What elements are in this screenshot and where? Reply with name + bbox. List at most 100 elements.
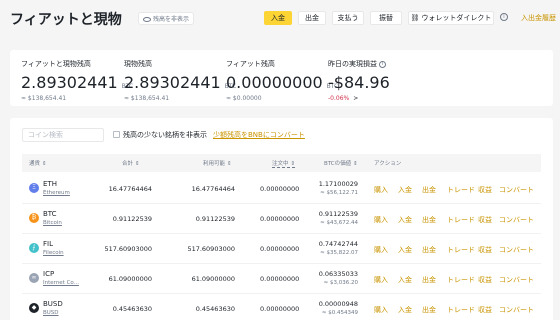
deposit-action-link[interactable]: 入金 <box>398 215 412 225</box>
fiat-balance-value: 0.00000000 <box>226 73 323 92</box>
convert-action-link[interactable]: コンバート <box>499 305 534 315</box>
deposit-action-link[interactable]: 入金 <box>398 275 412 285</box>
convert-action-link[interactable]: コンバート <box>499 245 534 255</box>
trade-action-link[interactable]: トレード <box>447 305 475 315</box>
pnl-label: 昨日の実現損益 <box>328 60 377 68</box>
table-row: ∞ ICP Internet Co... 61.09000000 61.09000000… <box>22 264 541 294</box>
coin-name-link[interactable]: Filecoin <box>43 250 64 256</box>
info-icon[interactable]: i <box>379 60 386 68</box>
col-btc-value[interactable]: BTCの価値 ⇕ <box>324 159 358 167</box>
convert-action-link[interactable]: コンバート <box>499 185 534 195</box>
usd-value: ≈ $3,036.20 <box>323 280 358 286</box>
hide-balance-toggle[interactable]: 残高を非表示 <box>138 12 195 25</box>
earn-action-link[interactable]: 収益 <box>478 215 492 225</box>
buy-action-link[interactable]: 購入 <box>374 275 388 285</box>
pay-button[interactable]: 支払う <box>332 11 364 25</box>
buy-action-link[interactable]: 購入 <box>374 245 388 255</box>
spot-balance-value-line: 2.89302441 BTC <box>124 73 236 92</box>
table-header: 通貨 ⇕ 合計 ⇕ 利用可能 ⇕ 注文中 ⇕ BTCの価値 ⇕ アクション <box>22 154 541 172</box>
withdraw-action-link[interactable]: 出金 <box>422 275 436 285</box>
col-available[interactable]: 利用可能 ⇕ <box>203 159 232 167</box>
page-title: フィアットと現物 <box>10 12 122 28</box>
deposit-action-link[interactable]: 入金 <box>398 245 412 255</box>
col-action: アクション <box>374 161 402 167</box>
col-coin[interactable]: 通貨 ⇕ <box>29 159 47 167</box>
earn-action-link[interactable]: 収益 <box>478 305 492 315</box>
trade-action-link[interactable]: トレード <box>447 185 475 195</box>
btc-value: 1.17100029 <box>318 180 358 188</box>
available-amount: 0.91122539 <box>195 215 235 223</box>
trade-action-link[interactable]: トレード <box>447 245 475 255</box>
busd-coin-icon: ◆ <box>29 303 39 313</box>
deposit-button[interactable]: 入金 <box>264 11 292 25</box>
available-amount: 16.47764464 <box>191 185 235 193</box>
fiat-balance: フィアット残高 0.00000000 BTC ≈ $0.00000 <box>226 59 338 102</box>
total-balance-usd: ≈ $138,654.41 <box>21 95 67 102</box>
deposit-action-link[interactable]: 入金 <box>398 305 412 315</box>
withdraw-button[interactable]: 出金 <box>298 11 326 25</box>
total-amount: 517.60903000 <box>104 245 152 253</box>
total-balance-value: 2.89302441 <box>21 73 118 92</box>
convert-to-bnb-link[interactable]: 少額残高をBNBにコンバート <box>213 130 305 140</box>
yesterday-pnl: 昨日の実現損益 i -$84.96 -0.06% > <box>328 59 390 102</box>
icp-coin-icon: ∞ <box>29 273 39 283</box>
coin-name-link[interactable]: Bitcoin <box>43 220 62 226</box>
pnl-percent: -0.06% <box>328 95 350 102</box>
trade-action-link[interactable]: トレード <box>447 215 475 225</box>
link-icon: ⛓ <box>410 14 420 22</box>
sort-icon: ⇕ <box>42 161 47 167</box>
coin-search-input[interactable]: コイン検索 <box>22 128 104 142</box>
coin-name-link[interactable]: Ethereum <box>43 190 70 196</box>
spot-balance: 現物残高 2.89302441 BTC ≈ $138,654.41 <box>124 59 236 102</box>
coin-name-link[interactable]: BUSD <box>43 310 59 316</box>
hide-small-label[interactable]: 残高の少ない銘柄を非表示 <box>123 130 207 140</box>
hide-balance-label: 残高を非表示 <box>153 16 190 23</box>
usd-value: ≈ $43,672.44 <box>320 220 358 226</box>
withdraw-action-link[interactable]: 出金 <box>422 245 436 255</box>
transfer-button[interactable]: 振替 <box>370 11 402 25</box>
coin-symbol: BUSD <box>43 300 63 308</box>
sort-icon: ⇕ <box>227 161 232 167</box>
table-row: ◆ BUSD BUSD 0.45463630 0.45463630 0.00000000 0… <box>22 294 541 320</box>
col-in-order-label: 注文中 <box>272 161 289 167</box>
col-total[interactable]: 合計 ⇕ <box>122 159 140 167</box>
table-row: ₿ BTC Bitcoin 0.91122539 0.91122539 0.0000000… <box>22 204 541 234</box>
withdraw-action-link[interactable]: 出金 <box>422 305 436 315</box>
earn-action-link[interactable]: 収益 <box>478 245 492 255</box>
trade-action-link[interactable]: トレード <box>447 275 475 285</box>
withdraw-action-link[interactable]: 出金 <box>422 185 436 195</box>
info-icon[interactable]: i <box>500 13 508 21</box>
coin-symbol: ICP <box>43 270 55 278</box>
coin-symbol: FIL <box>43 240 53 248</box>
deposit-action-link[interactable]: 入金 <box>398 185 412 195</box>
in-order-amount: 0.00000000 <box>260 305 300 313</box>
col-in-order[interactable]: 注文中 ⇕ <box>272 159 296 168</box>
btc-value: 0.91122539 <box>318 210 358 218</box>
deposit-withdraw-history-link[interactable]: 入出金履歴 <box>521 13 556 23</box>
coin-name-link[interactable]: Internet Co... <box>43 280 79 286</box>
total-balance-label: フィアットと現物残高 <box>21 60 91 68</box>
table-row: ⨍ FIL Filecoin 517.60903000 517.60903000 0.00… <box>22 234 541 264</box>
earn-action-link[interactable]: 収益 <box>478 185 492 195</box>
fiat-balance-label: フィアット残高 <box>226 60 275 68</box>
sort-icon: ⇕ <box>353 161 358 167</box>
convert-action-link[interactable]: コンバート <box>499 275 534 285</box>
wallet-direct-label: ウォレットダイレクト <box>421 14 492 22</box>
btc-coin-icon: ₿ <box>29 213 39 223</box>
total-balance: フィアットと現物残高 2.89302441 BTC ≈ $138,654.41 <box>21 59 133 102</box>
balance-summary-card: フィアットと現物残高 2.89302441 BTC ≈ $138,654.41 … <box>10 50 553 106</box>
convert-action-link[interactable]: コンバート <box>499 215 534 225</box>
sort-icon: ⇕ <box>135 161 140 167</box>
in-order-amount: 0.00000000 <box>260 245 300 253</box>
chevron-right-icon[interactable]: > <box>353 95 358 102</box>
earn-action-link[interactable]: 収益 <box>478 275 492 285</box>
spot-balance-label: 現物残高 <box>124 60 152 68</box>
buy-action-link[interactable]: 購入 <box>374 185 388 195</box>
buy-action-link[interactable]: 購入 <box>374 215 388 225</box>
withdraw-action-link[interactable]: 出金 <box>422 215 436 225</box>
buy-action-link[interactable]: 購入 <box>374 305 388 315</box>
pnl-percent-line: -0.06% > <box>328 95 390 102</box>
eye-icon <box>143 17 151 22</box>
hide-small-checkbox[interactable] <box>113 131 120 138</box>
wallet-direct-button[interactable]: ⛓ ウォレットダイレクト <box>408 11 494 25</box>
